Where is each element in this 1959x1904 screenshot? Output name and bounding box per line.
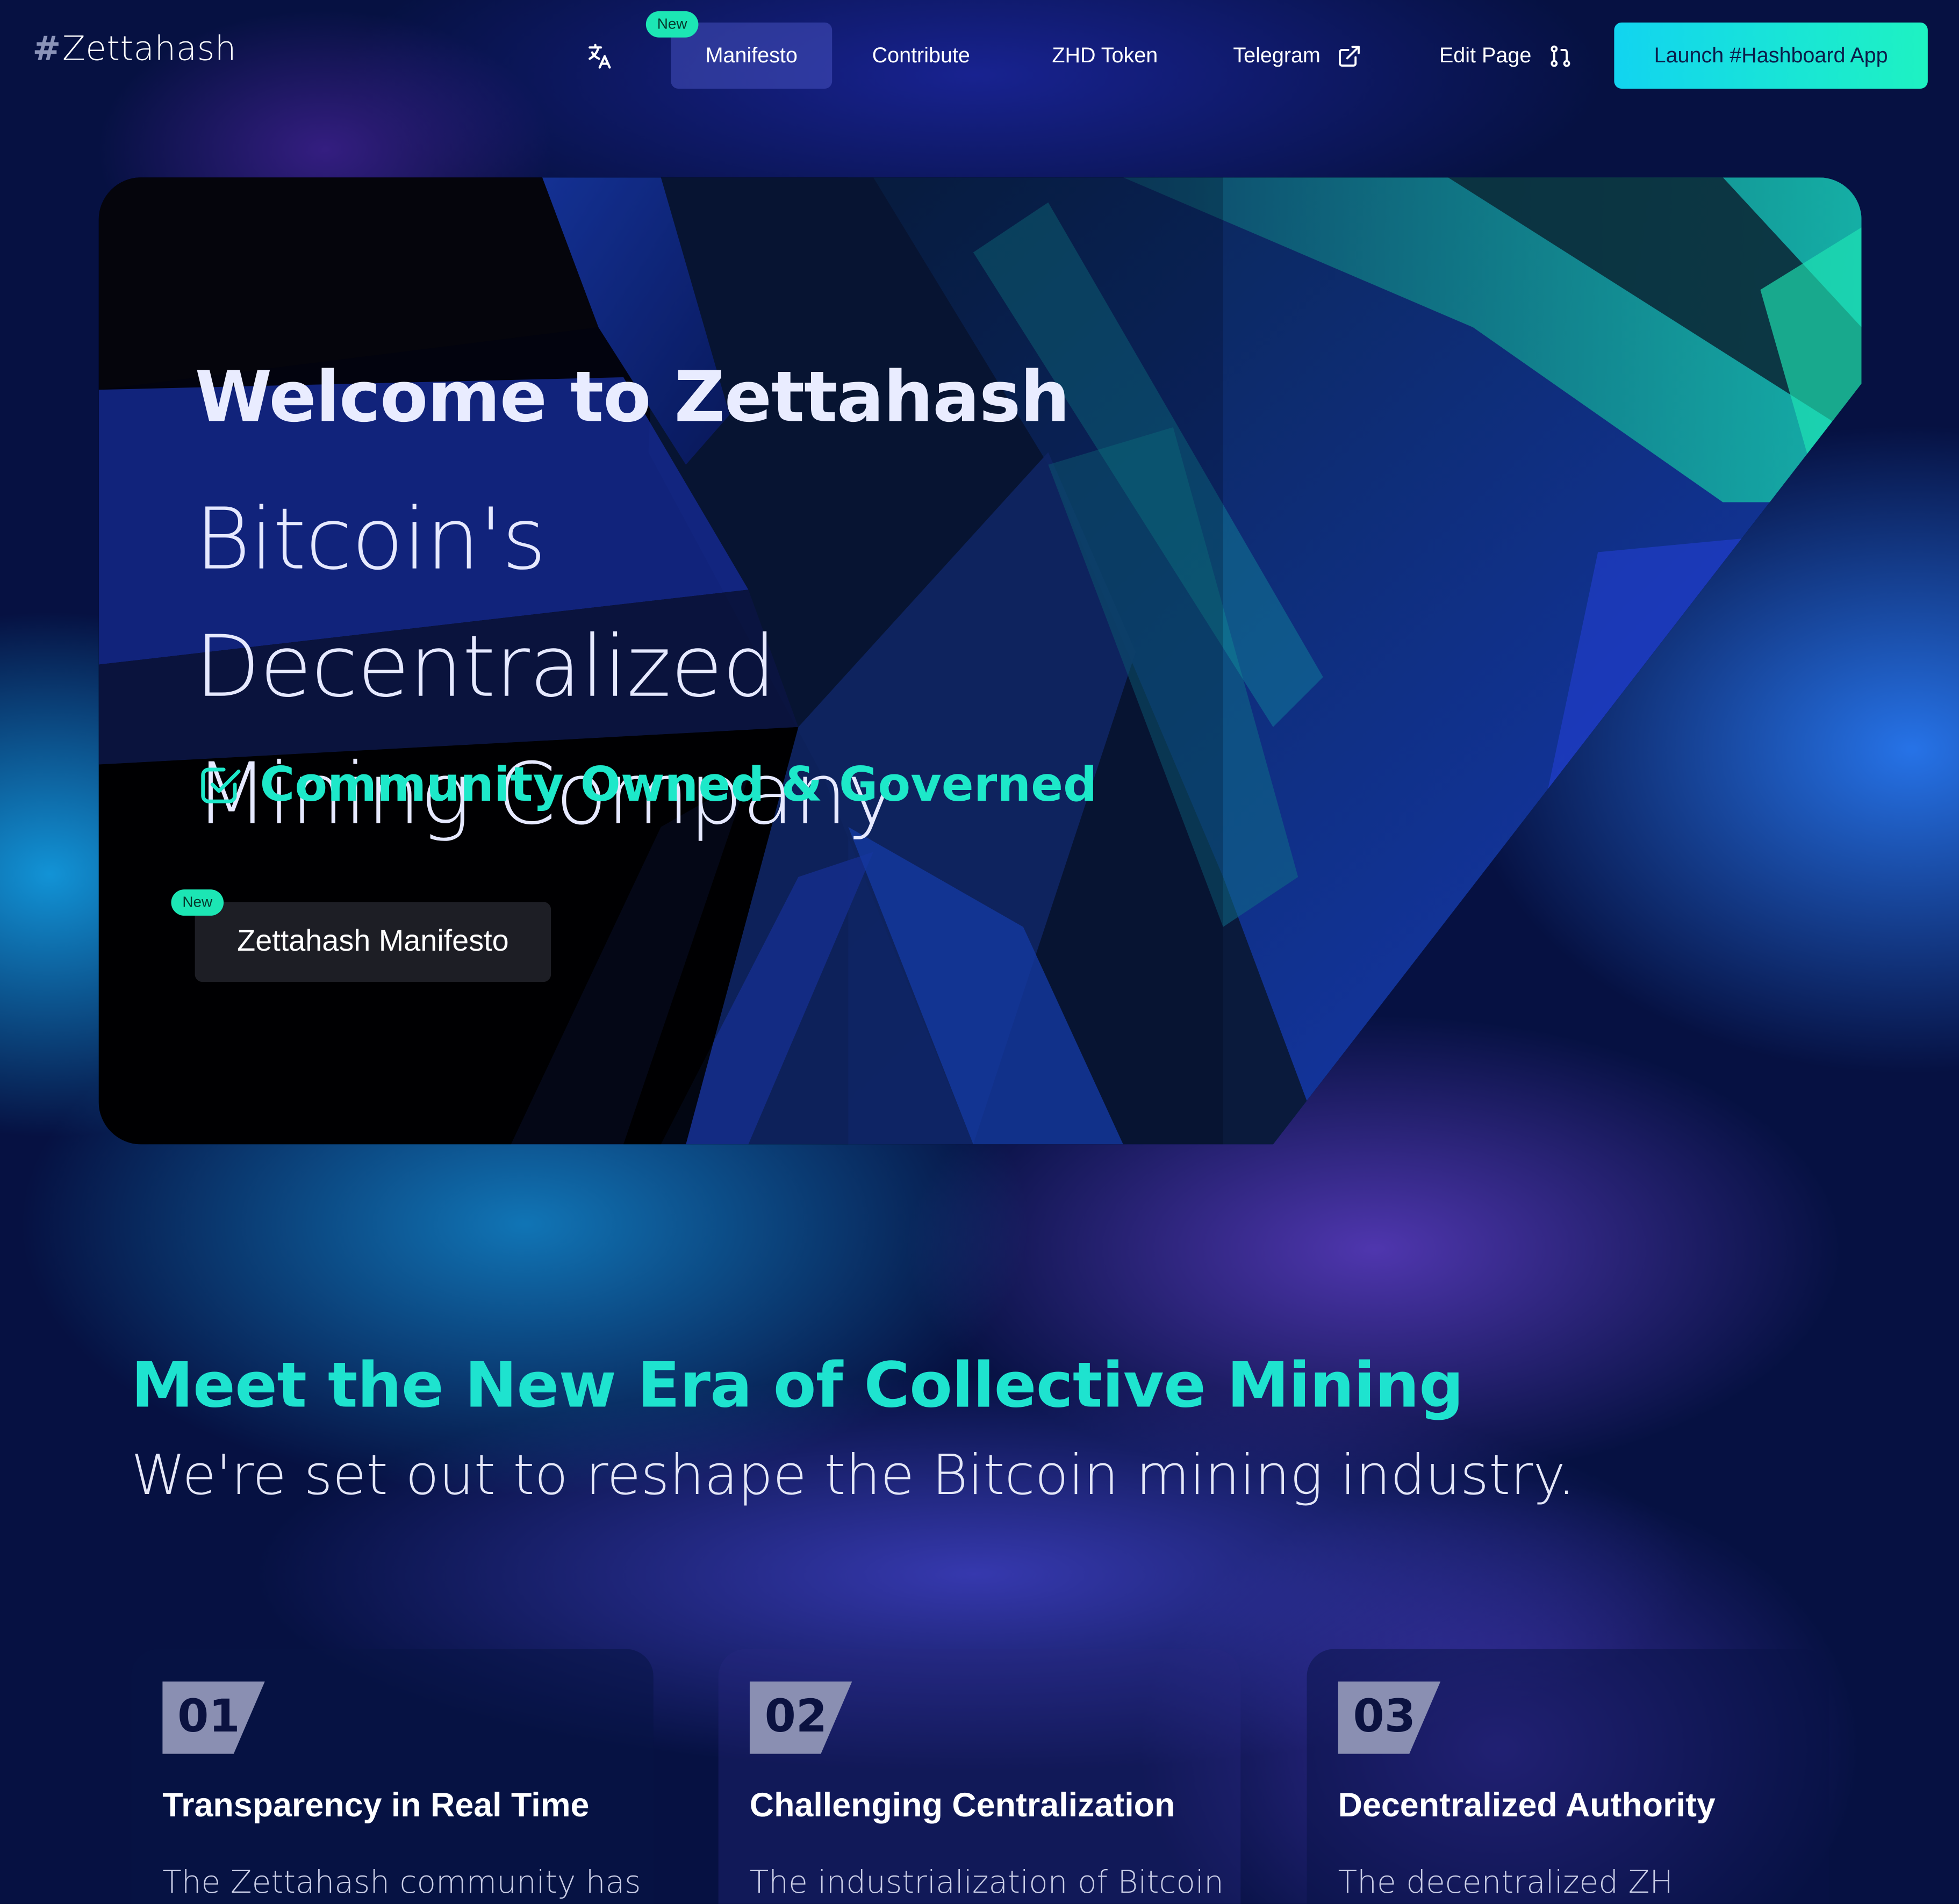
translate-button[interactable] (582, 23, 617, 89)
hero-subtitle-line-1: Bitcoin's Decentralized (195, 491, 777, 717)
external-link-icon (1339, 45, 1360, 66)
nav-contribute-label: Contribute (872, 43, 970, 67)
feature-text: The Zettahash community has (162, 1864, 641, 1900)
nav-manifesto-label: Manifesto (705, 43, 798, 67)
hero-title: Welcome to Zettahash (195, 357, 1070, 439)
nav-edit-page[interactable]: Edit Page (1439, 23, 1573, 89)
launch-hashboard-button[interactable]: Launch #Hashboard App (1614, 22, 1928, 89)
launch-hashboard-label: Launch #Hashboard App (1654, 43, 1888, 67)
git-pull-request-icon (1550, 45, 1570, 67)
page: # Zettahash Manifesto New Contribute ZHD… (0, 0, 1959, 1904)
community-tagline-text: Community Owned & Governed (260, 757, 1097, 812)
new-badge: New (171, 889, 224, 916)
feature-card: 03 Decentralized Authority The decentral… (1307, 1649, 1829, 1904)
nav-zhd-token-label: ZHD Token (1052, 43, 1158, 67)
nav-telegram-label: Telegram (1233, 43, 1321, 67)
nav-contribute[interactable]: Contribute (872, 23, 970, 89)
feature-title: Decentralized Authority (1338, 1786, 1716, 1824)
feature-number: 01 (162, 1681, 265, 1754)
nav-edit-page-label: Edit Page (1439, 43, 1532, 67)
logo-text: Zettahash (62, 30, 237, 69)
feature-number: 02 (749, 1681, 852, 1754)
feature-card: 02 Challenging Centralization The indust… (718, 1649, 1241, 1904)
feature-title: Challenging Centralization (749, 1786, 1175, 1824)
checkbox-icon (201, 767, 241, 803)
zettahash-manifesto-button[interactable]: Zettahash Manifesto (195, 902, 551, 982)
hash-logo-icon: # (32, 30, 61, 69)
new-badge: New (645, 11, 699, 38)
feature-title: Transparency in Real Time (162, 1786, 590, 1824)
feature-card: 01 Transparency in Real Time The Zettaha… (131, 1649, 654, 1904)
nav-telegram[interactable]: Telegram (1233, 23, 1361, 89)
feature-text: The decentralized ZH (1338, 1864, 1674, 1900)
community-tagline: Community Owned & Governed (197, 757, 1097, 812)
logo[interactable]: # Zettahash (32, 30, 236, 69)
feature-number: 03 (1338, 1681, 1441, 1754)
translate-icon (589, 43, 611, 68)
zettahash-manifesto-label: Zettahash Manifesto (237, 924, 509, 958)
nav-zhd-token[interactable]: ZHD Token (1052, 23, 1158, 89)
section-title: Meet the New Era of Collective Mining (131, 1349, 1463, 1422)
section-subtitle: We're set out to reshape the Bitcoin min… (131, 1444, 1575, 1508)
feature-text: The industrialization of Bitcoin (749, 1864, 1224, 1900)
